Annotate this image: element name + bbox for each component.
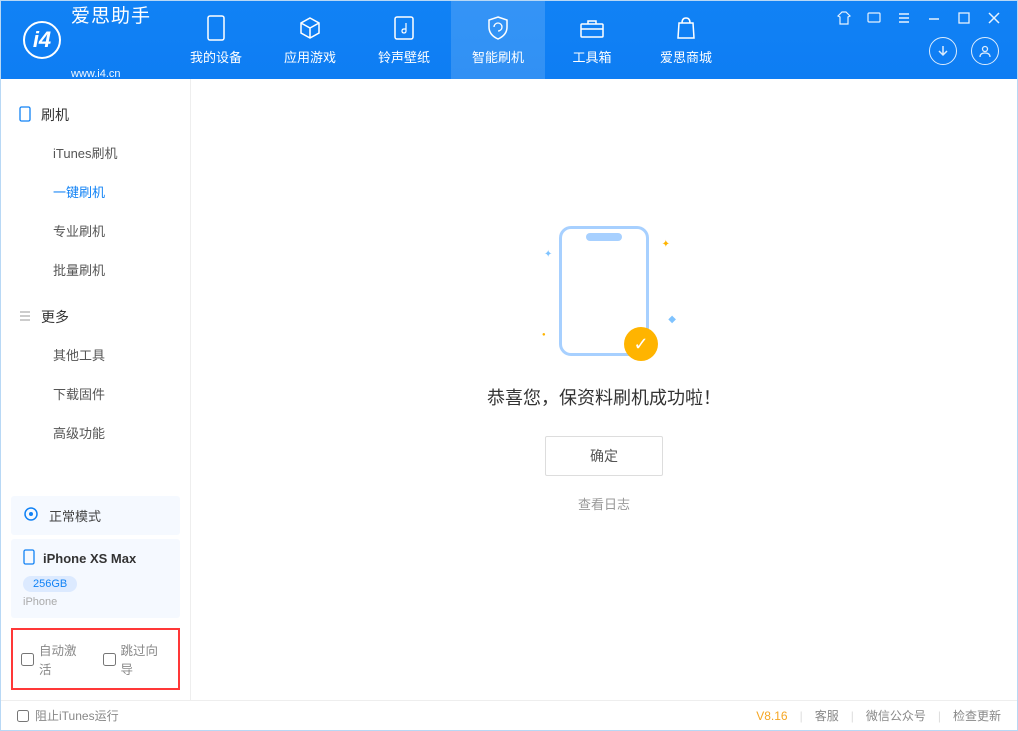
minimize-icon[interactable] — [927, 11, 943, 27]
nav-tabs: 我的设备 应用游戏 铃声壁纸 智能刷机 工具箱 爱思商城 — [169, 1, 733, 79]
sidebar-section-flash[interactable]: 刷机 — [1, 97, 190, 133]
main-content: ✦ ✦ ◆ ● ✓ 恭喜您，保资料刷机成功啦！ 确定 查看日志 — [191, 79, 1017, 700]
sidebar-section-more[interactable]: 更多 — [1, 299, 190, 335]
logo-icon: i4 — [23, 21, 61, 59]
logo: i4 爱思助手 www.i4.cn — [1, 1, 169, 80]
device-name: iPhone XS Max — [43, 551, 136, 566]
tab-store[interactable]: 爱思商城 — [639, 1, 733, 79]
footer-link-service[interactable]: 客服 — [815, 707, 839, 724]
tab-flash[interactable]: 智能刷机 — [451, 1, 545, 79]
sidebar-item-advanced[interactable]: 高级功能 — [1, 413, 190, 452]
sidebar: 刷机 iTunes刷机 一键刷机 专业刷机 批量刷机 更多 其他工具 下载固件 … — [1, 79, 191, 700]
phone-icon — [203, 15, 229, 41]
sparkle-icon: ● — [542, 332, 546, 338]
tab-toolbox[interactable]: 工具箱 — [545, 1, 639, 79]
device-card[interactable]: iPhone XS Max 256GB iPhone — [11, 539, 180, 618]
footer-link-update[interactable]: 检查更新 — [953, 707, 1001, 724]
status-bar: 阻止iTunes运行 V8.16 | 客服 | 微信公众号 | 检查更新 — [1, 700, 1017, 730]
flash-options-box: 自动激活 跳过向导 — [11, 628, 180, 690]
device-type: iPhone — [23, 596, 168, 608]
sparkle-icon: ◆ — [668, 314, 676, 325]
footer-link-wechat[interactable]: 微信公众号 — [866, 707, 926, 724]
checkbox-block-itunes[interactable]: 阻止iTunes运行 — [17, 707, 119, 724]
success-phone-illustration: ✦ ✦ ◆ ● ✓ — [559, 226, 649, 356]
sidebar-item-batch-flash[interactable]: 批量刷机 — [1, 250, 190, 289]
list-icon — [19, 309, 31, 325]
device-phone-icon — [23, 549, 35, 568]
bag-icon — [673, 15, 699, 41]
maximize-icon[interactable] — [957, 11, 973, 27]
success-check-icon: ✓ — [624, 327, 658, 361]
sidebar-item-download-firmware[interactable]: 下载固件 — [1, 374, 190, 413]
feedback-icon[interactable] — [867, 11, 883, 27]
checkbox-auto-activate[interactable]: 自动激活 — [21, 640, 89, 678]
window-controls — [837, 11, 1003, 27]
sidebar-item-oneclick-flash[interactable]: 一键刷机 — [1, 172, 190, 211]
tab-my-device[interactable]: 我的设备 — [169, 1, 263, 79]
shirt-icon[interactable] — [837, 11, 853, 27]
close-icon[interactable] — [987, 11, 1003, 27]
app-header: i4 爱思助手 www.i4.cn 我的设备 应用游戏 铃声壁纸 智能刷机 工具… — [1, 1, 1017, 79]
sidebar-item-itunes-flash[interactable]: iTunes刷机 — [1, 133, 190, 172]
user-button[interactable] — [971, 37, 999, 65]
device-capacity: 256GB — [23, 576, 77, 592]
app-name: 爱思助手 — [71, 1, 151, 68]
checkbox-skip-guide[interactable]: 跳过向导 — [103, 640, 171, 678]
device-mode-card[interactable]: 正常模式 — [11, 496, 180, 535]
sidebar-item-pro-flash[interactable]: 专业刷机 — [1, 211, 190, 250]
music-file-icon — [391, 15, 417, 41]
success-message: 恭喜您，保资料刷机成功啦！ — [487, 384, 721, 410]
mode-icon — [23, 506, 39, 525]
sparkle-icon: ✦ — [544, 249, 552, 260]
app-url: www.i4.cn — [71, 68, 151, 80]
shield-refresh-icon — [485, 15, 511, 41]
phone-small-icon — [19, 106, 31, 125]
tab-ringtone[interactable]: 铃声壁纸 — [357, 1, 451, 79]
tab-apps[interactable]: 应用游戏 — [263, 1, 357, 79]
view-log-link[interactable]: 查看日志 — [578, 494, 630, 513]
sparkle-icon: ✦ — [662, 239, 670, 250]
menu-icon[interactable] — [897, 11, 913, 27]
download-button[interactable] — [929, 37, 957, 65]
toolbox-icon — [579, 15, 605, 41]
ok-button[interactable]: 确定 — [545, 436, 663, 476]
sidebar-item-other-tools[interactable]: 其他工具 — [1, 335, 190, 374]
cube-icon — [297, 15, 323, 41]
version-label: V8.16 — [756, 709, 787, 723]
